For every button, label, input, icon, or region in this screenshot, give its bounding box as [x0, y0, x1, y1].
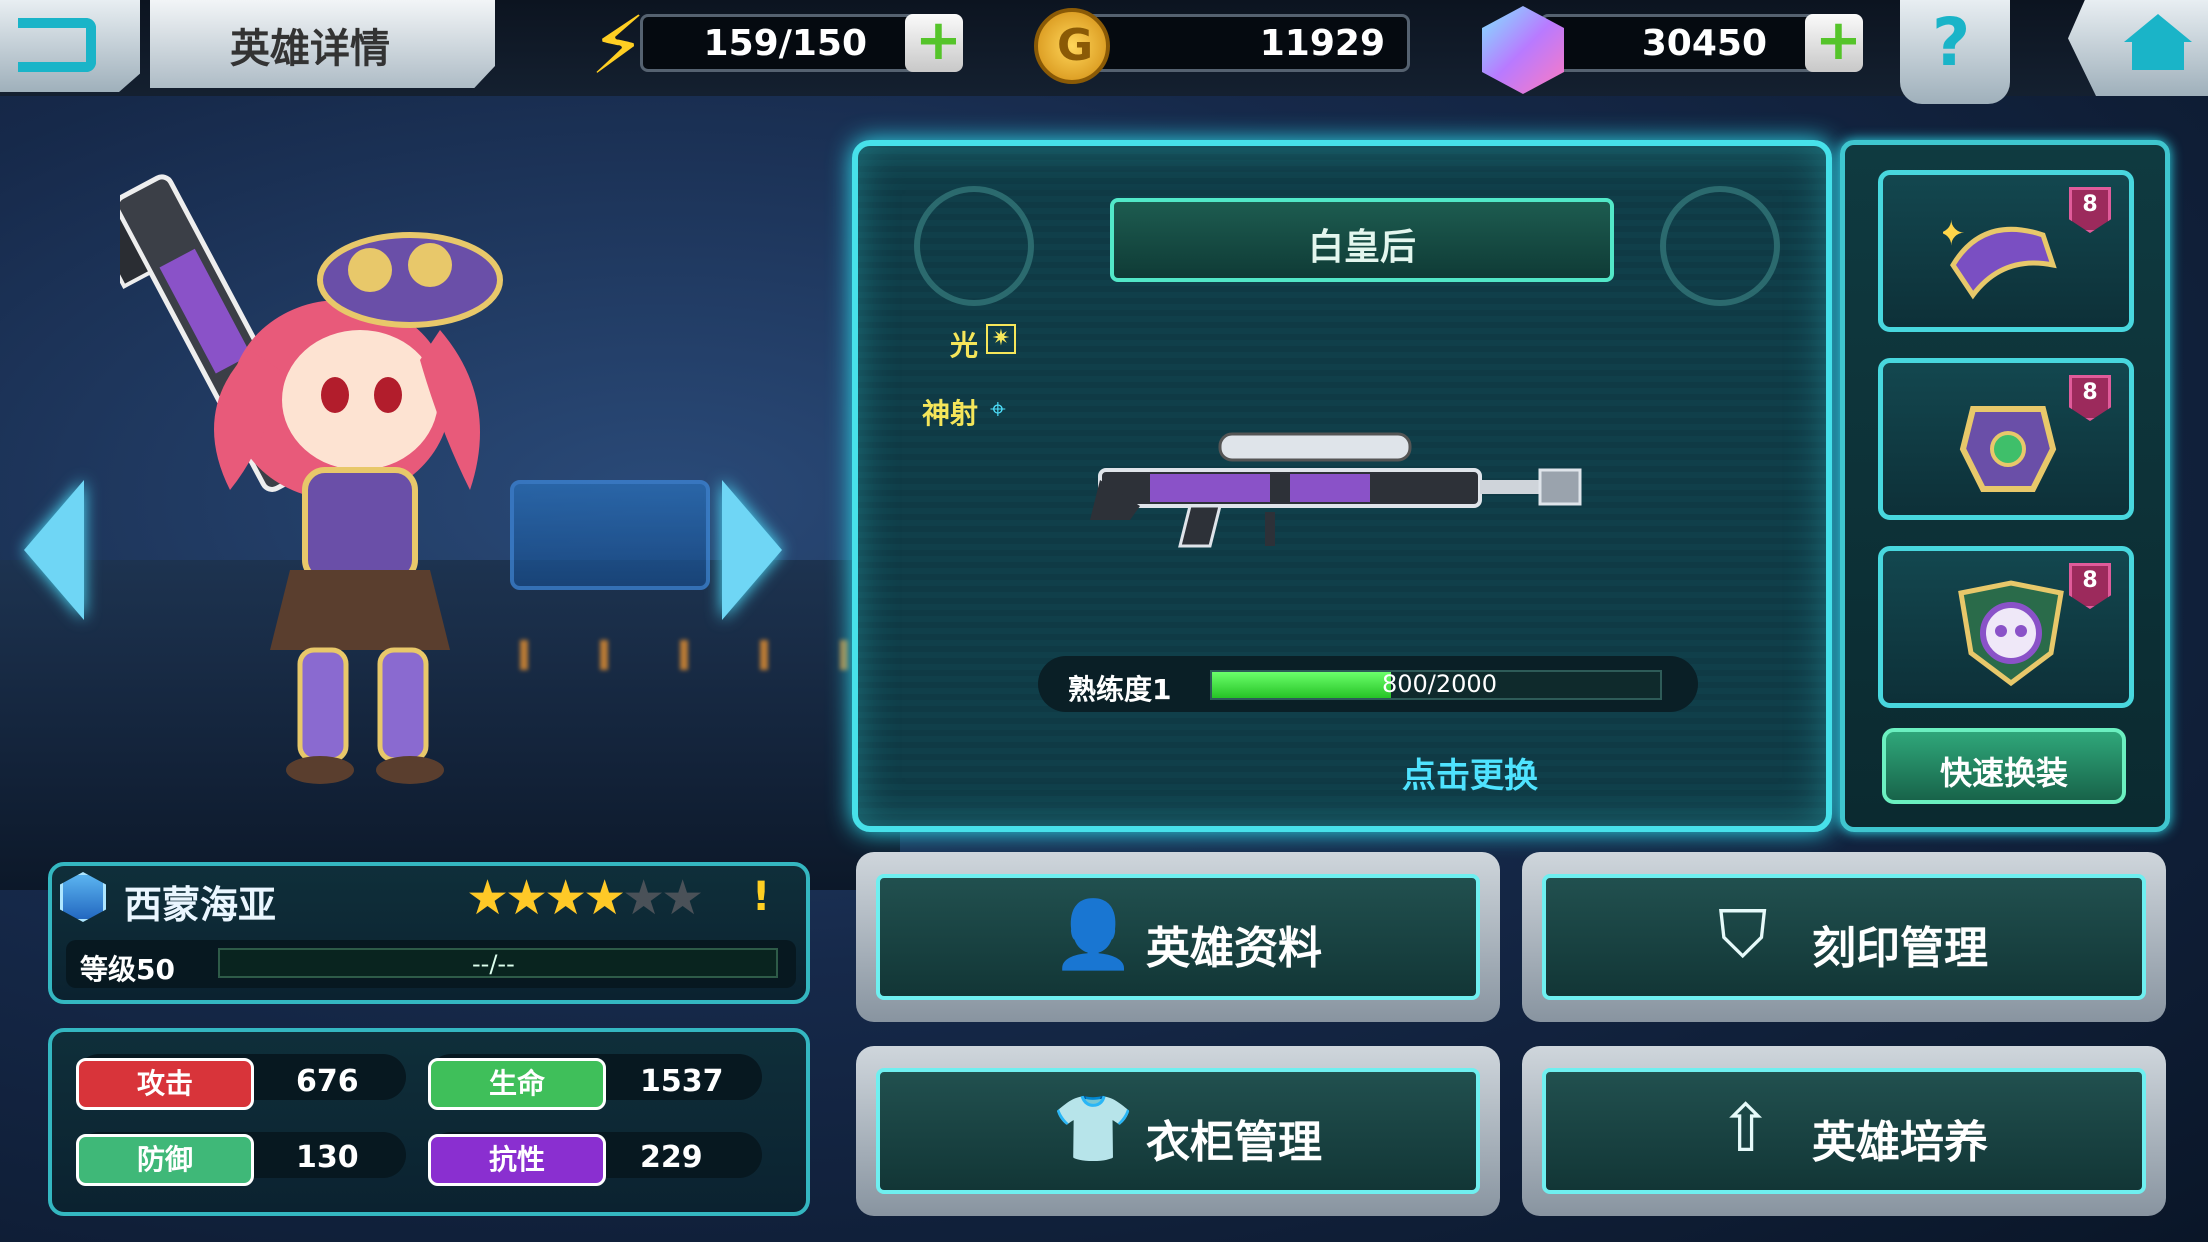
- help-button[interactable]: ?: [1900, 0, 2010, 104]
- defense-label: 防御: [76, 1134, 254, 1186]
- armor-icon: [1959, 406, 2057, 492]
- hero-name: 西蒙海亚: [124, 883, 277, 927]
- star-filled-icon: ★: [544, 870, 587, 926]
- gear-level-badge: 8: [2069, 187, 2111, 233]
- star-filled-icon: ★: [505, 870, 548, 926]
- wardrobe-manage-button[interactable]: 👕 衣柜管理: [856, 1046, 1500, 1216]
- next-hero-arrow-icon[interactable]: [722, 480, 782, 620]
- star-rating: ★★★★★★: [466, 870, 704, 926]
- change-weapon-button[interactable]: 点击更换: [1230, 748, 1710, 797]
- energy-value: 159/150: [703, 23, 867, 64]
- gear-slot-emblem[interactable]: 8: [1878, 546, 2134, 708]
- hero-info-button[interactable]: 👤 英雄资料: [856, 852, 1500, 1022]
- gold-coin-icon: G: [1034, 8, 1110, 84]
- hero-level: 等级50: [80, 953, 175, 986]
- back-arrow-icon: [18, 18, 96, 72]
- star-filled-icon: ★: [583, 870, 626, 926]
- mastery-value: 800/2000: [1382, 670, 1497, 698]
- sniper-rifle-image: [1090, 432, 1582, 548]
- background-lights: [480, 640, 900, 670]
- gear-level-badge: 8: [2069, 375, 2111, 421]
- gear-level-badge: 8: [2069, 563, 2111, 609]
- add-gem-button[interactable]: [1805, 8, 1863, 73]
- crosshair-icon: ⌖: [990, 392, 1006, 425]
- energy-counter: 159/150: [640, 8, 963, 73]
- hp-label: 生命: [428, 1058, 606, 1110]
- gold-value: 11929: [1259, 23, 1385, 64]
- radar-decoration-icon: [1660, 186, 1780, 306]
- home-button[interactable]: [2068, 0, 2208, 96]
- mastery-progress-fill: [1212, 672, 1392, 698]
- star-empty-icon: ★: [622, 870, 665, 926]
- star-empty-icon: ★: [661, 870, 704, 926]
- imprint-manage-button[interactable]: ⛉ 刻印管理: [1522, 852, 2166, 1022]
- gem-counter: 30450: [1540, 8, 1863, 73]
- weapon-name: 白皇后: [1307, 227, 1416, 268]
- page-title: 英雄详情: [230, 26, 390, 72]
- resist-value: 229: [640, 1140, 703, 1175]
- shield-refresh-icon: ⛉: [1718, 896, 1768, 973]
- person-upgrade-icon: ⇧: [1718, 1090, 1774, 1167]
- weapon-name-plate: 白皇后: [1110, 198, 1614, 282]
- gem-value: 30450: [1641, 23, 1767, 64]
- bracer-icon: ✦: [1943, 214, 2057, 300]
- attack-label: 攻击: [76, 1058, 254, 1110]
- quick-equip-button[interactable]: 快速换装: [1882, 728, 2126, 804]
- question-icon: ?: [1932, 4, 1971, 81]
- weapon-element-label: 光: [950, 329, 979, 362]
- crosshair-decoration-icon: [914, 186, 1034, 306]
- mastery-label: 熟练度1: [1068, 673, 1172, 706]
- hero-character-art: [120, 174, 503, 784]
- gear-slot-armor[interactable]: 8: [1878, 358, 2134, 520]
- hero-detail-screen: 英雄详情 ⚡ 159/150 11929 G 30450 ?: [0, 0, 2208, 1242]
- shirt-icon: 👕: [1052, 1090, 1135, 1167]
- weapon-skill-label: 神射: [922, 397, 979, 430]
- star-filled-icon: ★: [466, 870, 509, 926]
- defense-value: 130: [296, 1140, 359, 1175]
- light-element-icon: ✷: [986, 324, 1016, 354]
- person-icon: 👤: [1052, 896, 1135, 973]
- emblem-icon: [1958, 580, 2064, 687]
- previous-hero-arrow-icon[interactable]: [24, 480, 84, 620]
- svg-text:✦: ✦: [1943, 214, 1966, 254]
- hp-value: 1537: [640, 1064, 724, 1099]
- exp-value: --/--: [472, 950, 515, 978]
- resist-label: 抗性: [428, 1134, 606, 1186]
- add-energy-button[interactable]: [905, 8, 963, 73]
- back-button[interactable]: [0, 0, 140, 92]
- hero-training-button[interactable]: ⇧ 英雄培养: [1522, 1046, 2166, 1216]
- home-icon: [2124, 14, 2192, 42]
- gear-slot-accessory[interactable]: ✦ 8: [1878, 170, 2134, 332]
- alert-icon[interactable]: !: [752, 874, 770, 920]
- attack-value: 676: [296, 1064, 359, 1099]
- page-title-plate: 英雄详情: [150, 0, 495, 88]
- background-monitor: [510, 480, 710, 590]
